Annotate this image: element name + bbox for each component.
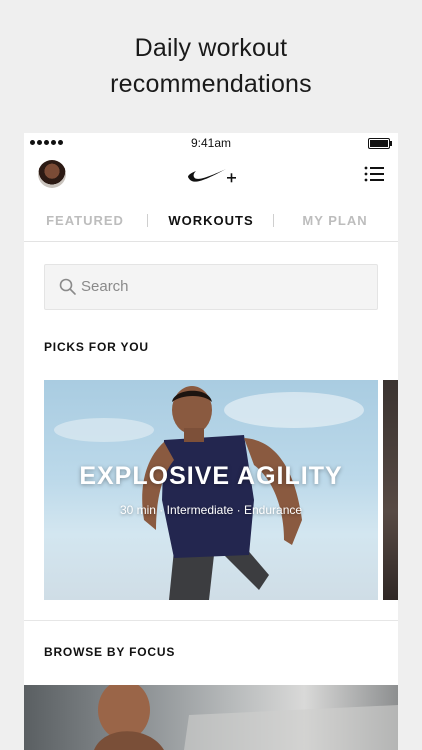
status-time: 9:41am [190, 136, 232, 150]
tab-divider [273, 214, 274, 227]
phone-screen: 9:41am FEATURED WORKOUTS MY PLAN Search … [24, 133, 398, 750]
search-input[interactable]: Search [44, 264, 378, 310]
list-menu-icon[interactable] [364, 165, 384, 183]
headline-line-2: recommendations [110, 70, 312, 98]
tab-bar: FEATURED WORKOUTS MY PLAN [24, 205, 398, 242]
tab-featured[interactable]: FEATURED [30, 213, 140, 228]
workout-card-explosive-agility[interactable]: EXPLOSIVE AGILITY 30 min · Intermediate … [44, 380, 378, 600]
workout-title: EXPLOSIVE AGILITY [79, 462, 343, 490]
section-title-browse: BROWSE BY FOCUS [44, 645, 176, 659]
section-title-picks: PICKS FOR YOU [44, 340, 149, 354]
avatar[interactable] [38, 160, 66, 188]
search-placeholder: Search [81, 278, 129, 295]
battery-icon [368, 138, 392, 149]
promo-headline: Daily workout recommendations [0, 30, 422, 102]
athlete-image [94, 685, 398, 750]
top-nav [24, 157, 398, 193]
tab-divider [147, 214, 148, 227]
nike-swoosh-plus-icon [188, 169, 236, 183]
search-icon [59, 278, 76, 295]
section-divider [24, 620, 398, 621]
browse-focus-card[interactable] [24, 685, 398, 750]
tab-workouts[interactable]: WORKOUTS [156, 213, 266, 228]
workout-meta: 30 min · Intermediate · Endurance [119, 503, 303, 517]
headline-line-1: Daily workout [134, 34, 288, 62]
status-bar: 9:41am [24, 133, 398, 153]
next-workout-card[interactable] [383, 380, 398, 600]
tab-my-plan[interactable]: MY PLAN [280, 213, 390, 228]
